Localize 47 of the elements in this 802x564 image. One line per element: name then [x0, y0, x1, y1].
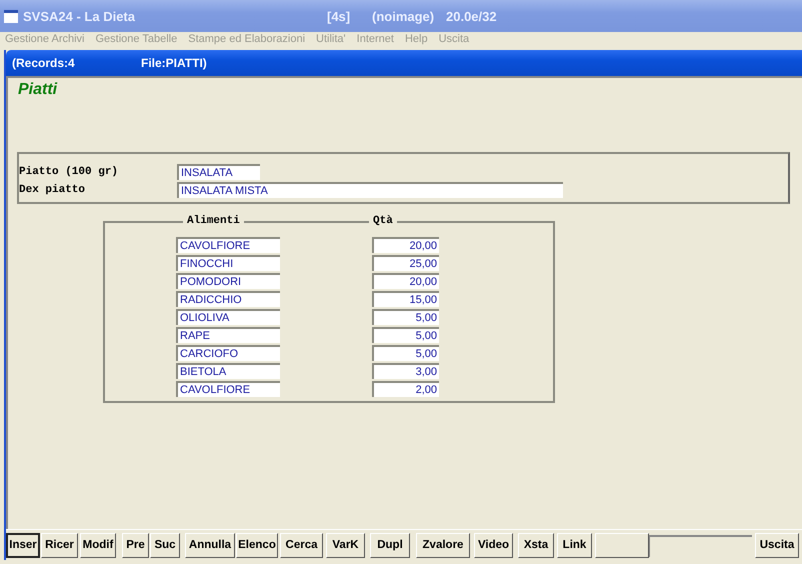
food-field[interactable]: CARCIOFO [176, 345, 280, 361]
exit-button[interactable]: Uscita [755, 532, 799, 558]
toolbar-button[interactable]: Inser [6, 532, 40, 558]
quantity-field[interactable]: 20,00 [372, 237, 439, 253]
toolbar-button[interactable]: VarK [326, 532, 365, 558]
toolbar-button[interactable]: Pre [122, 532, 149, 558]
quantity-field[interactable]: 5,00 [372, 345, 439, 361]
column-header: Qtà [369, 215, 397, 227]
toolbar-button[interactable]: Link [557, 532, 592, 558]
field-label: Piatto (100 gr) [19, 166, 120, 178]
quantity-field[interactable]: 20,00 [372, 273, 439, 289]
toolbar-button[interactable]: Video [474, 532, 513, 558]
records-count: (Records:4 [12, 56, 76, 70]
food-field[interactable]: POMODORI [176, 273, 280, 289]
input-field[interactable]: INSALATA MISTA [177, 182, 563, 198]
quantity-field[interactable]: 5,00 [372, 309, 439, 325]
food-field[interactable]: RADICCHIO [176, 291, 280, 307]
quantity-field[interactable]: 25,00 [372, 255, 439, 271]
quantity-field[interactable]: 5,00 [372, 327, 439, 343]
food-field[interactable]: CAVOLFIORE [176, 237, 280, 253]
toolbar-button[interactable]: Zvalore [416, 532, 470, 558]
field-label: Dex piatto [19, 184, 86, 196]
toolbar-button[interactable]: Annulla [185, 532, 235, 558]
toolbar-button[interactable]: Elenco [236, 532, 278, 558]
toolbar-button[interactable]: Ricer [41, 532, 78, 558]
toolbar-button[interactable]: Modif [80, 532, 116, 558]
quantity-field[interactable]: 15,00 [372, 291, 439, 307]
window-icon [4, 10, 18, 22]
quantity-field[interactable]: 3,00 [372, 363, 439, 379]
title-info: [4s] [327, 9, 350, 24]
toolbar-button[interactable]: Xsta [518, 532, 554, 558]
food-field[interactable]: CAVOLFIORE [176, 381, 280, 397]
blank-button[interactable] [595, 532, 649, 558]
title-info: 20.0e/32 [446, 9, 497, 24]
file-name: File:PIATTI) [141, 56, 207, 70]
window-title: SVSA24 - La Dieta [23, 8, 135, 24]
form-title: Piatti [18, 81, 58, 99]
toolbar-button[interactable]: Dupl [370, 532, 410, 558]
quantity-field[interactable]: 2,00 [372, 381, 439, 397]
food-field[interactable]: OLIOLIVA [176, 309, 280, 325]
food-field[interactable]: FINOCCHI [176, 255, 280, 271]
toolbar-button[interactable]: Suc [150, 532, 180, 558]
food-field[interactable]: BIETOLA [176, 363, 280, 379]
food-field[interactable]: RAPE [176, 327, 280, 343]
title-info: (noimage) [372, 9, 434, 24]
input-field[interactable]: INSALATA [177, 164, 260, 180]
toolbar-button[interactable]: Cerca [280, 532, 323, 558]
